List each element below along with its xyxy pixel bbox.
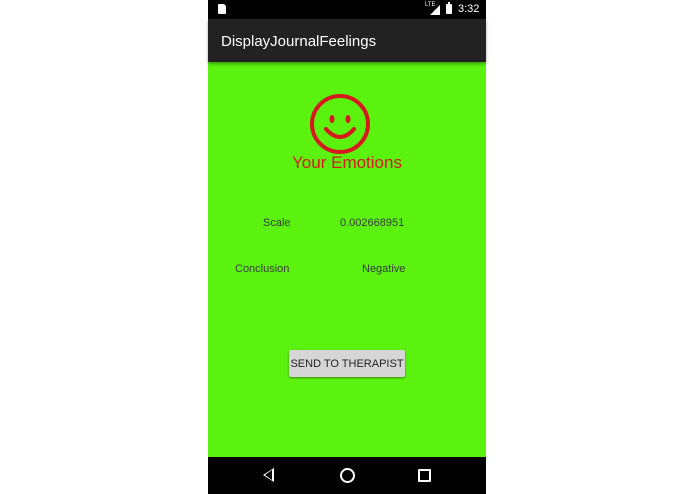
smiley-face-icon [310,94,370,154]
scale-label: Scale [263,217,291,229]
battery-icon [446,2,452,14]
navigation-bar [208,457,486,494]
app-title: DisplayJournalFeelings [221,33,377,50]
status-time: 3:32 [458,3,480,15]
status-bar: LTE 3:32 [208,0,486,19]
emotions-title: Your Emotions [292,153,402,172]
back-icon[interactable] [263,468,274,482]
recents-icon[interactable] [418,469,431,482]
scale-value: 0.002668951 [340,217,405,229]
send-to-therapist-button[interactable]: SEND TO THERAPIST [289,350,405,377]
app-bar: DisplayJournalFeelings [208,19,486,62]
conclusion-value: Negative [362,263,406,275]
conclusion-label: Conclusion [235,263,290,275]
signal-icon [430,5,440,15]
phone-screen: LTE 3:32 DisplayJournalFeelings Your Emo… [208,0,486,494]
sd-card-icon [218,4,226,14]
home-icon[interactable] [340,468,355,483]
